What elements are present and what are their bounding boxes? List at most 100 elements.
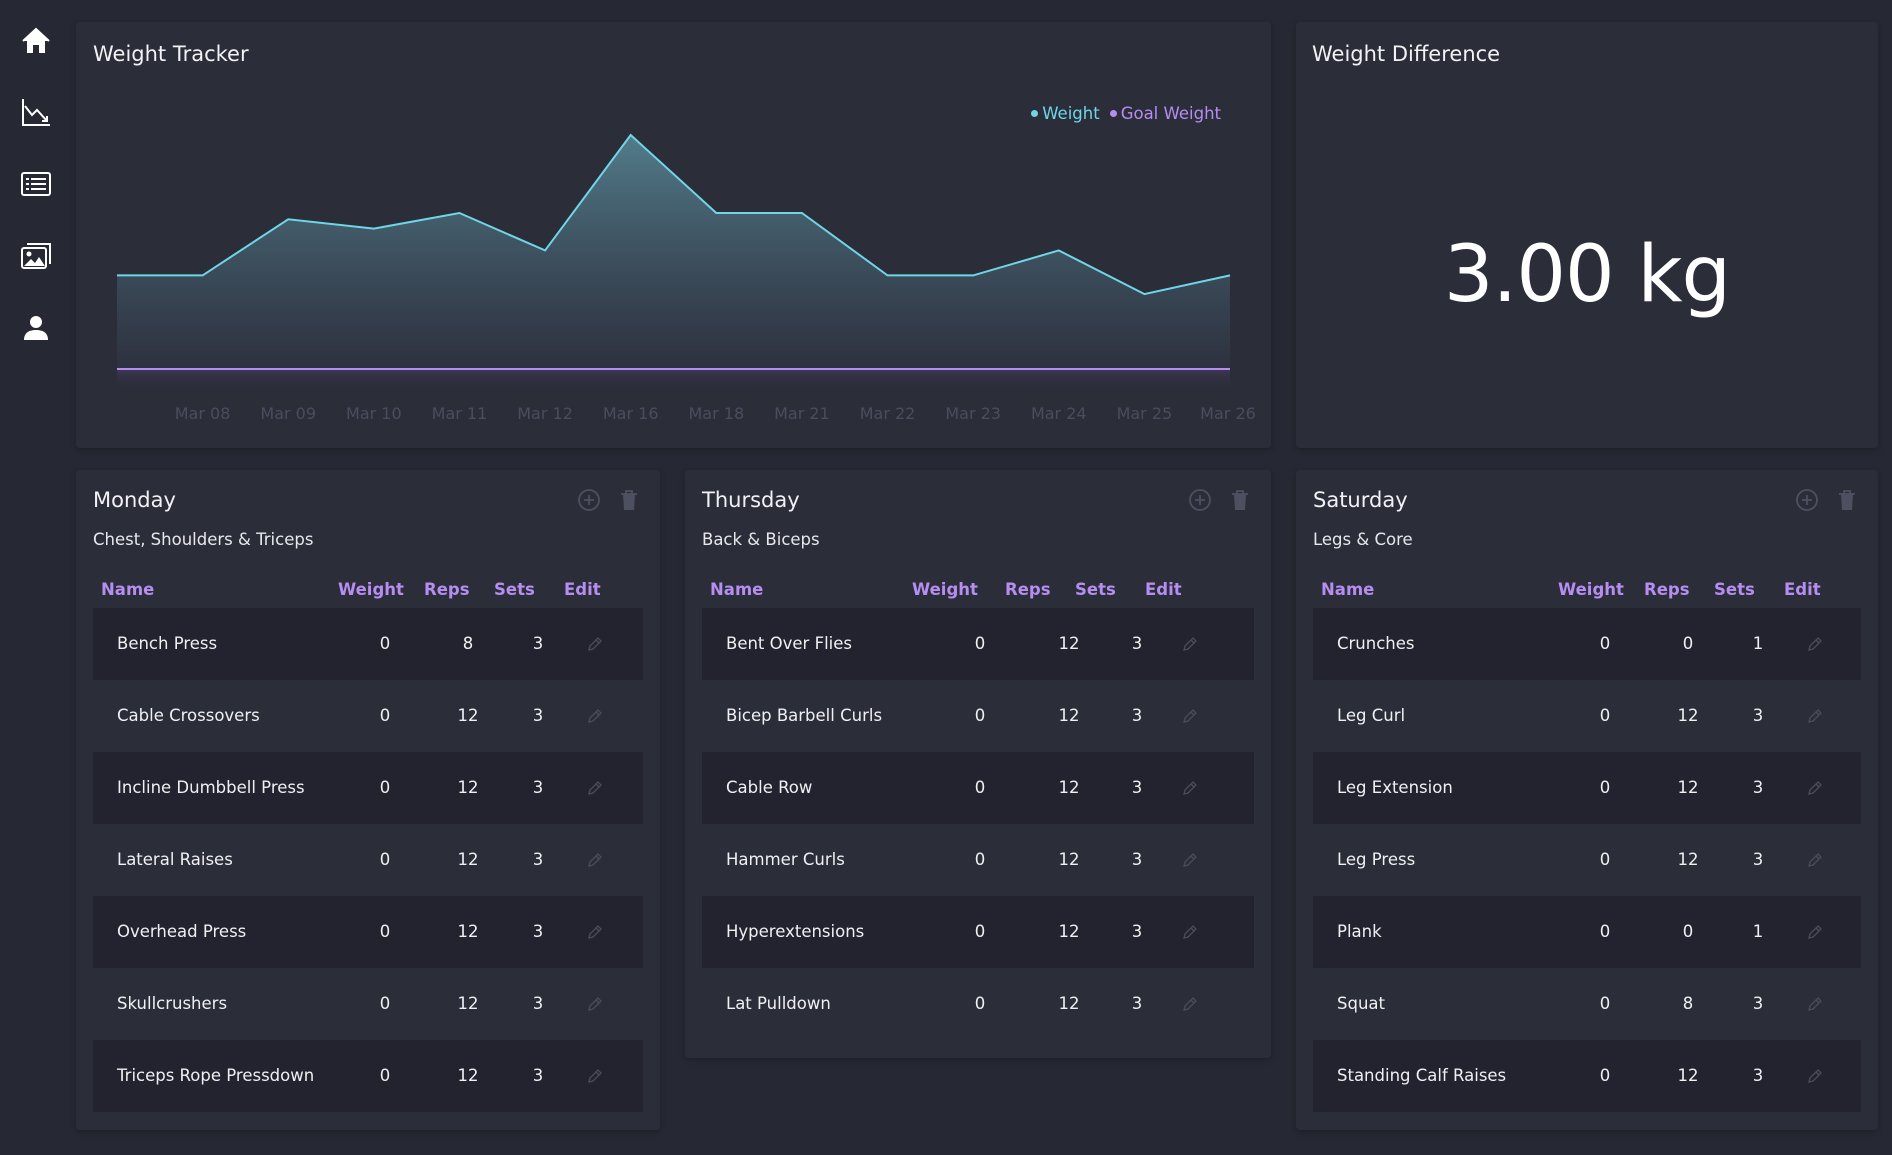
- trash-icon: [1232, 490, 1248, 510]
- thursday-add-button[interactable]: [1187, 487, 1213, 513]
- pencil-icon: [1183, 781, 1197, 795]
- exercise-reps: 0: [1682, 634, 1694, 653]
- table-row[interactable]: Squat 0 8 3: [1313, 968, 1861, 1040]
- saturday-header-name[interactable]: Name: [1321, 580, 1374, 599]
- nav-workouts[interactable]: [18, 166, 54, 202]
- monday-add-button[interactable]: [576, 487, 602, 513]
- pencil-icon: [1808, 853, 1822, 867]
- table-row[interactable]: Leg Press 0 12 3: [1313, 824, 1861, 896]
- saturday-add-button[interactable]: [1794, 487, 1820, 513]
- thursday-header-weight: Weight: [912, 580, 978, 599]
- table-row[interactable]: Lat Pulldown 0 12 3: [702, 968, 1254, 1040]
- saturday-subtitle: Legs & Core: [1313, 530, 1413, 549]
- exercise-weight: 0: [974, 994, 986, 1013]
- pencil-icon: [1808, 925, 1822, 939]
- exercise-reps: 12: [1058, 994, 1080, 1013]
- monday-header-weight: Weight: [338, 580, 404, 599]
- pencil-icon: [588, 997, 602, 1011]
- exercise-sets: 3: [1131, 706, 1143, 725]
- exercise-weight: 0: [974, 634, 986, 653]
- x-tick-label: Mar 22: [860, 404, 916, 423]
- user-icon: [24, 316, 48, 340]
- nav-gallery[interactable]: [18, 238, 54, 274]
- edit-button[interactable]: [585, 994, 605, 1014]
- table-row[interactable]: Triceps Rope Pressdown 0 12 3: [93, 1040, 643, 1112]
- edit-button[interactable]: [585, 850, 605, 870]
- nav-progress[interactable]: [18, 94, 54, 130]
- edit-button[interactable]: [1805, 778, 1825, 798]
- edit-button[interactable]: [1180, 778, 1200, 798]
- table-row[interactable]: Bench Press 0 8 3: [93, 608, 643, 680]
- edit-button[interactable]: [1805, 634, 1825, 654]
- table-row[interactable]: Bent Over Flies 0 12 3: [702, 608, 1254, 680]
- edit-button[interactable]: [1180, 850, 1200, 870]
- table-row[interactable]: Lateral Raises 0 12 3: [93, 824, 643, 896]
- exercise-reps: 8: [1682, 994, 1694, 1013]
- exercise-reps: 12: [1058, 850, 1080, 869]
- edit-button[interactable]: [1805, 994, 1825, 1014]
- monday-delete-button[interactable]: [616, 487, 642, 513]
- exercise-weight: 0: [1599, 922, 1611, 941]
- edit-button[interactable]: [585, 922, 605, 942]
- exercise-sets: 3: [532, 994, 544, 1013]
- exercise-sets: 1: [1752, 634, 1764, 653]
- x-tick-label: Mar 16: [603, 404, 659, 423]
- weight-difference-value: 3.00 kg: [1443, 230, 1731, 320]
- table-row[interactable]: Standing Calf Raises 0 12 3: [1313, 1040, 1861, 1112]
- table-row[interactable]: Hammer Curls 0 12 3: [702, 824, 1254, 896]
- exercise-name: Hammer Curls: [726, 850, 845, 869]
- saturday-delete-button[interactable]: [1834, 487, 1860, 513]
- goal-area: [117, 369, 1230, 391]
- monday-header-name[interactable]: Name: [101, 580, 154, 599]
- table-row[interactable]: Incline Dumbbell Press 0 12 3: [93, 752, 643, 824]
- table-row[interactable]: Plank 0 0 1: [1313, 896, 1861, 968]
- exercise-name: Crunches: [1337, 634, 1415, 653]
- thursday-header-name[interactable]: Name: [710, 580, 763, 599]
- edit-button[interactable]: [1805, 850, 1825, 870]
- exercise-reps: 12: [457, 994, 479, 1013]
- table-row[interactable]: Crunches 0 0 1: [1313, 608, 1861, 680]
- exercise-sets: 3: [532, 634, 544, 653]
- edit-button[interactable]: [1805, 1066, 1825, 1086]
- monday-header-edit: Edit: [564, 580, 601, 599]
- edit-button[interactable]: [585, 634, 605, 654]
- edit-button[interactable]: [1805, 922, 1825, 942]
- table-row[interactable]: Leg Extension 0 12 3: [1313, 752, 1861, 824]
- thursday-delete-button[interactable]: [1227, 487, 1253, 513]
- pencil-icon: [1183, 637, 1197, 651]
- nav-home[interactable]: [18, 23, 54, 59]
- exercise-sets: 3: [1131, 994, 1143, 1013]
- x-tick-label: Mar 24: [1031, 404, 1087, 423]
- exercise-reps: 12: [1677, 1066, 1699, 1085]
- table-row[interactable]: Cable Crossovers 0 12 3: [93, 680, 643, 752]
- nav-profile[interactable]: [18, 310, 54, 346]
- exercise-reps: 12: [1058, 922, 1080, 941]
- edit-button[interactable]: [1180, 994, 1200, 1014]
- table-row[interactable]: Overhead Press 0 12 3: [93, 896, 643, 968]
- edit-button[interactable]: [585, 778, 605, 798]
- edit-button[interactable]: [585, 706, 605, 726]
- edit-button[interactable]: [1180, 922, 1200, 942]
- edit-button[interactable]: [1180, 634, 1200, 654]
- edit-button[interactable]: [1805, 706, 1825, 726]
- x-tick-label: Mar 12: [517, 404, 573, 423]
- weight-tracker-card: Weight Tracker Weight Goal Weight Mar 08…: [76, 22, 1271, 448]
- exercise-name: Incline Dumbbell Press: [117, 778, 305, 797]
- thursday-title: Thursday: [702, 488, 800, 512]
- exercise-name: Lat Pulldown: [726, 994, 831, 1013]
- table-row[interactable]: Cable Row 0 12 3: [702, 752, 1254, 824]
- thursday-header-sets: Sets: [1075, 580, 1116, 599]
- exercise-sets: 3: [1752, 706, 1764, 725]
- exercise-sets: 3: [1131, 850, 1143, 869]
- table-row[interactable]: Leg Curl 0 12 3: [1313, 680, 1861, 752]
- pencil-icon: [588, 1069, 602, 1083]
- exercise-weight: 0: [379, 994, 391, 1013]
- exercise-name: Skullcrushers: [117, 994, 228, 1013]
- table-row[interactable]: Skullcrushers 0 12 3: [93, 968, 643, 1040]
- edit-button[interactable]: [585, 1066, 605, 1086]
- weight-difference-card: Weight Difference 3.00 kg: [1296, 22, 1878, 448]
- pencil-icon: [1183, 853, 1197, 867]
- edit-button[interactable]: [1180, 706, 1200, 726]
- table-row[interactable]: Hyperextensions 0 12 3: [702, 896, 1254, 968]
- table-row[interactable]: Bicep Barbell Curls 0 12 3: [702, 680, 1254, 752]
